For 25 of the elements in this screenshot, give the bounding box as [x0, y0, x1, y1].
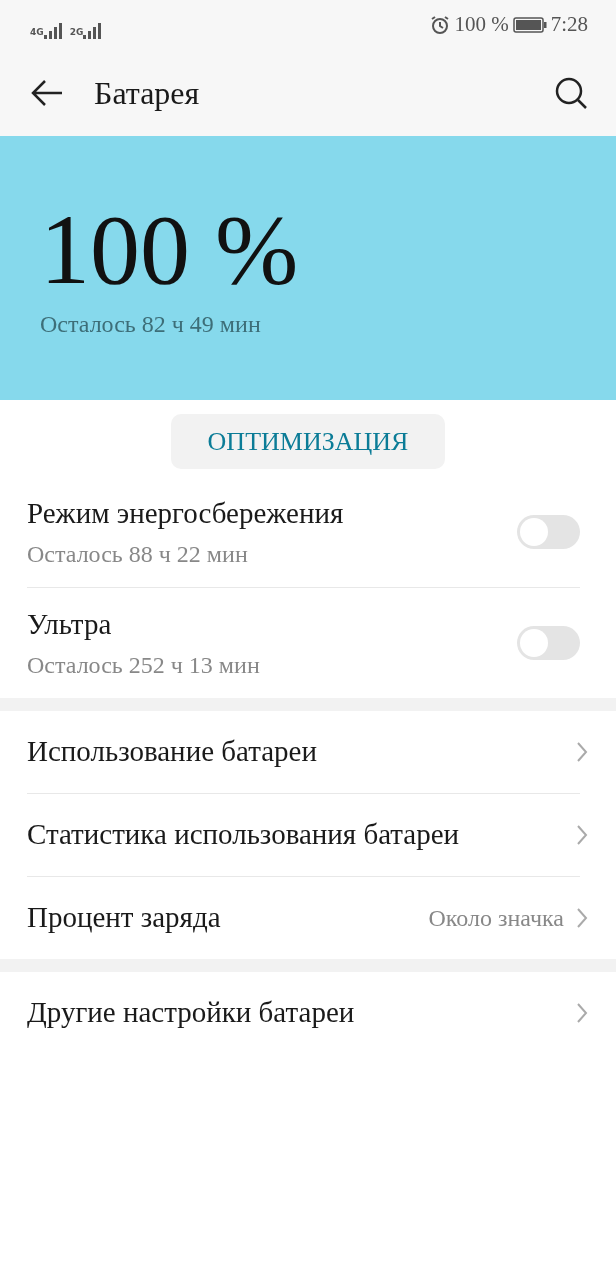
search-button[interactable] [554, 76, 588, 110]
optimize-button[interactable]: ОПТИМИЗАЦИЯ [170, 414, 446, 469]
back-button[interactable] [30, 78, 64, 108]
setting-value: Около значка [428, 904, 564, 933]
chevron-icon [576, 824, 588, 846]
setting-subtitle: Осталось 252 ч 13 мин [27, 650, 260, 680]
signal-icon [43, 21, 62, 39]
network-type-label: 2G [69, 28, 84, 37]
toggle-switch[interactable] [517, 515, 580, 549]
chevron-icon [576, 1002, 588, 1024]
signal-icon [83, 21, 102, 39]
network-type-label: 4G [30, 28, 44, 37]
battery-percentage: 100 % [40, 200, 300, 300]
chevron-icon [576, 741, 588, 763]
setting-title: Ультра [27, 607, 113, 643]
toggle-switch[interactable] [517, 626, 580, 660]
battery-icon [512, 16, 547, 34]
page-title: Батарея [94, 74, 200, 113]
alarm-icon [430, 15, 451, 35]
clock-time: 7:28 [550, 11, 588, 39]
setting-title: Режим энергосбережения [27, 496, 344, 532]
setting-subtitle: Осталось 88 ч 22 мин [27, 539, 249, 569]
remaining-time: Осталось 82 ч 49 мин [40, 310, 262, 339]
battery-percent: 100 % [454, 11, 509, 39]
chevron-icon [576, 907, 588, 929]
